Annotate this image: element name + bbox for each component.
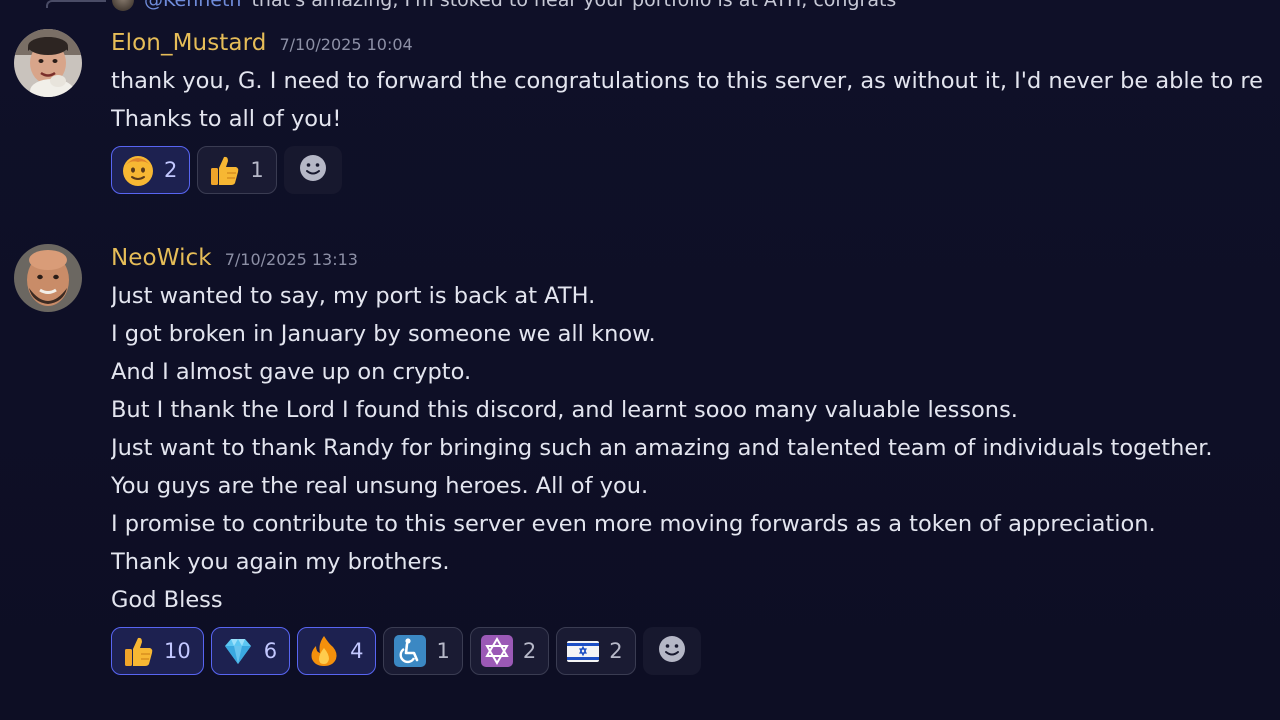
reaction-count: 6 [263,639,278,663]
username[interactable]: Elon_Mustard [111,30,266,56]
add-reaction-icon [298,153,328,187]
message-line: thank you, G. I need to forward the cong… [111,68,1264,94]
reaction-button[interactable]: 4 [297,627,377,675]
reaction-button[interactable]: 6 [210,627,291,675]
add-reaction-button[interactable] [283,146,342,194]
reply-avatar [112,0,134,11]
gem-icon [221,634,255,668]
avatar[interactable] [14,244,82,312]
timestamp: 7/10/2025 10:04 [279,35,413,54]
message-body: thank you, G. I need to forward the cong… [111,62,1280,138]
reaction-count: 4 [350,639,364,663]
reaction-count: 2 [164,158,178,182]
thumbs-up-icon [207,153,241,187]
reaction-button[interactable]: 10 [111,627,204,675]
message-line: Thanks to all of you! [111,106,342,132]
israel-flag-icon [566,634,600,668]
reaction-count: 1 [250,158,264,182]
wheelchair-icon [393,634,427,668]
username[interactable]: NeoWick [111,245,212,271]
timestamp: 7/10/2025 13:13 [224,250,358,269]
message-line: I promise to contribute to this server e… [111,511,1156,537]
message-line: And I almost gave up on crypto. [111,359,472,385]
reply-text: that's amazing, I'm stoked to hear your … [251,0,897,11]
star-of-david-icon [480,634,514,668]
reaction-button[interactable]: 2 [469,627,550,675]
message-line: Just want to thank Randy for bringing su… [111,435,1213,461]
message-line: God Bless [111,587,223,613]
reaction-count: 10 [164,639,191,663]
reaction-count: 2 [609,639,623,663]
message-line: You guys are the real unsung heroes. All… [111,473,649,499]
message-line: Just wanted to say, my port is back at A… [111,283,596,309]
reaction-bar: 2 1 [111,146,342,194]
reaction-button[interactable]: 2 [556,627,636,675]
smiling-face-icon [121,153,155,187]
reaction-count: 1 [436,639,450,663]
reply-mention[interactable]: @Kenneth [144,0,241,11]
message-line: Thank you again my brothers. [111,549,450,575]
reaction-bar: 10 6 4 1 2 2 [111,627,701,675]
reaction-count: 2 [522,639,537,663]
fire-icon [307,634,341,668]
chat-view: @Kenneth that's amazing, I'm stoked to h… [0,0,1280,720]
thumbs-up-icon [121,634,155,668]
message-line: I got broken in January by someone we al… [111,321,656,347]
message-line: But I thank the Lord I found this discor… [111,397,1018,423]
reaction-button[interactable]: 2 [111,146,191,194]
avatar[interactable] [14,29,82,97]
message-body: Just wanted to say, my port is back at A… [111,277,1280,619]
add-reaction-button[interactable] [642,627,701,675]
reaction-button[interactable]: 1 [383,627,463,675]
reaction-button[interactable]: 1 [197,146,277,194]
add-reaction-icon [657,634,687,668]
reply-preview[interactable]: @Kenneth that's amazing, I'm stoked to h… [46,0,896,12]
